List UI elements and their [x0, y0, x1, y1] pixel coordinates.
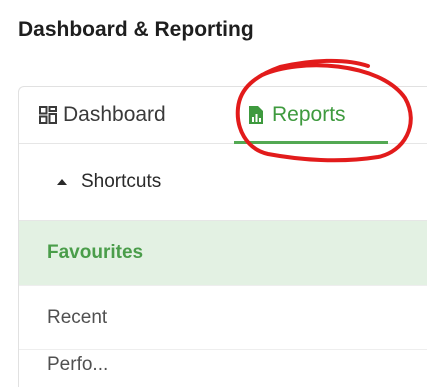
nav-item-label: Favourites — [47, 242, 144, 263]
page-title: Dashboard & Reporting — [18, 18, 254, 41]
grid-icon — [39, 106, 57, 124]
shortcuts-toggle[interactable]: Shortcuts — [19, 144, 427, 220]
tab-dashboard[interactable]: Dashboard — [39, 87, 166, 143]
chart-file-icon — [248, 105, 264, 125]
nav-item-favourites[interactable]: Favourites — [19, 221, 427, 285]
nav-item-label: Perfo... — [47, 354, 109, 375]
tab-reports-label: Reports — [272, 103, 346, 126]
nav-item-recent[interactable]: Recent — [19, 285, 427, 350]
nav-item-performance[interactable]: Perfo... — [19, 349, 427, 380]
tab-dashboard-label: Dashboard — [63, 103, 166, 126]
reporting-panel: Dashboard Reports Shortcuts Favourites R… — [18, 86, 427, 387]
nav-item-label: Recent — [47, 307, 108, 328]
caret-up-icon — [57, 179, 67, 185]
shortcuts-label: Shortcuts — [81, 171, 162, 192]
tab-reports[interactable]: Reports — [234, 87, 388, 144]
tab-bar: Dashboard Reports — [19, 87, 427, 144]
